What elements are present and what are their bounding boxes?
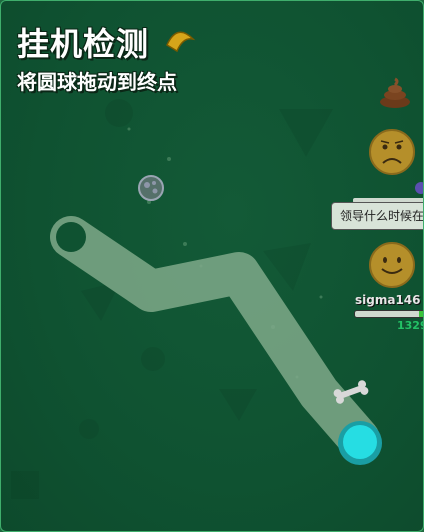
sad-player-avatar — [369, 129, 415, 175]
bg-circle — [105, 99, 133, 127]
smile-player-avatar — [369, 242, 415, 288]
start-hole — [56, 222, 86, 252]
poop-item — [380, 77, 410, 108]
purple-orb — [415, 182, 423, 194]
health-fill — [419, 311, 423, 317]
banana-item — [166, 31, 196, 53]
player-name: sigma146 — [355, 293, 421, 307]
player-health-bar — [354, 310, 423, 318]
player-score: 1329 — [397, 319, 423, 332]
bg-triangle — [219, 389, 257, 421]
game-viewport: 挂机检测 将圆球拖动到终点 领导什么时候在 sigma146 1329 — [0, 0, 424, 532]
chat-bubble: 领导什么时候在 — [331, 202, 423, 230]
cell-item — [138, 175, 164, 201]
drag-path — [50, 216, 380, 460]
bg-circle — [141, 347, 165, 371]
drag-ball[interactable] — [343, 425, 377, 459]
bg-triangle — [279, 109, 333, 157]
bg-square — [11, 471, 39, 499]
instruction-text: 将圆球拖动到终点 — [17, 70, 177, 94]
bg-circle — [79, 419, 99, 439]
page-title: 挂机检测 — [17, 25, 150, 63]
